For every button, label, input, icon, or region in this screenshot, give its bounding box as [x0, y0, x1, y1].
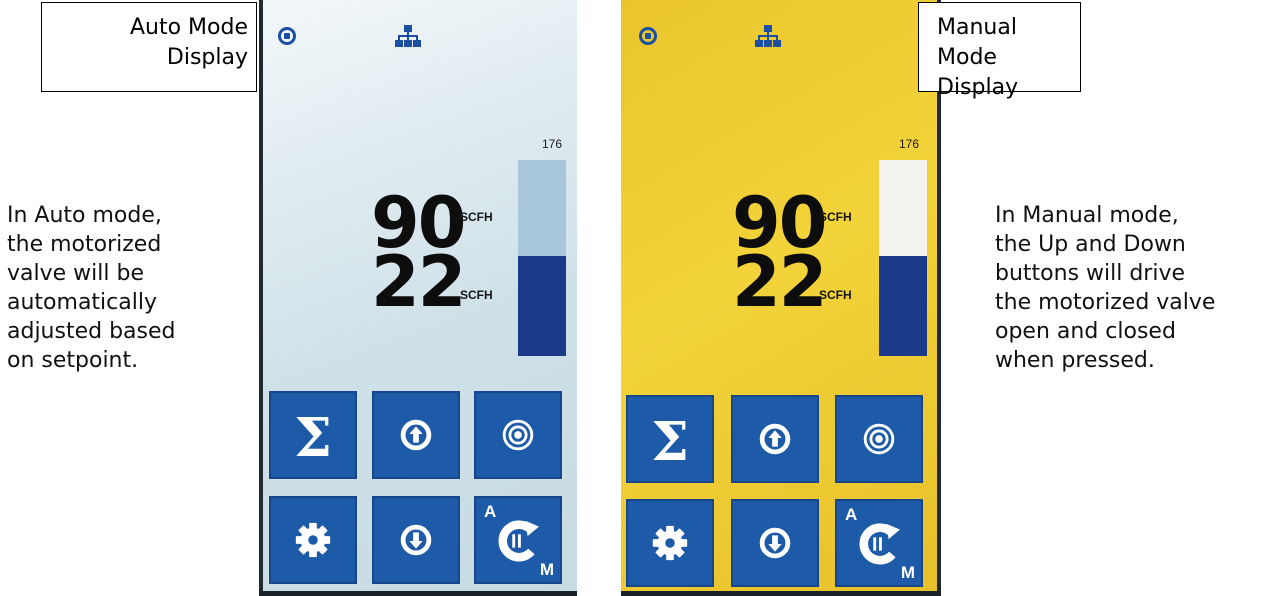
description-line: open and closed [995, 319, 1176, 344]
manual-callout-line2: Display [937, 75, 1019, 100]
target-icon [502, 419, 534, 451]
manual-label: M [539, 560, 554, 579]
settings-button[interactable] [626, 499, 714, 587]
up-button[interactable] [731, 395, 819, 483]
flow-unit: SCFH [460, 210, 493, 224]
svg-text:Σ: Σ [651, 410, 689, 473]
sigma-icon: Σ [294, 406, 332, 469]
svg-text:Σ: Σ [294, 406, 332, 469]
description-line: on setpoint. [7, 348, 139, 373]
setpoint-unit: SCFH [460, 288, 493, 302]
description-line: adjusted based [7, 319, 176, 344]
manual-mode-description: In Manual mode, the Up and Down buttons … [995, 201, 1215, 375]
totalizer-button[interactable]: Σ [269, 391, 357, 479]
target-icon [863, 423, 895, 455]
auto-callout-line2: Display [166, 45, 248, 70]
auto-mode-callout: Auto Mode Display [41, 2, 257, 92]
description-line: In Manual mode, [995, 203, 1179, 228]
description-line: when pressed. [995, 348, 1155, 373]
manual-callout-line1: Manual Mode [937, 15, 1017, 70]
manual-mode-callout: Manual Mode Display [918, 2, 1081, 100]
arrow-up-circle-icon [759, 423, 791, 455]
setpoint-button[interactable] [835, 395, 923, 483]
setpoint-value: 22 [732, 241, 827, 323]
auto-callout-line1: Auto Mode [129, 15, 248, 40]
arrow-up-circle-icon [400, 419, 432, 451]
description-line: In Auto mode, [7, 203, 162, 228]
bar-max-value: 176 [899, 137, 920, 151]
manual-mode-screen: 176 90 SCFH 22 SCFH Σ A M [621, 0, 941, 596]
flow-unit: SCFH [819, 210, 852, 224]
description-line: the motorized [7, 232, 162, 257]
flow-bar-graph [518, 160, 566, 356]
sigma-icon: Σ [651, 410, 689, 473]
gear-icon [295, 522, 331, 558]
stop-icon[interactable] [278, 27, 296, 45]
down-button[interactable] [731, 499, 819, 587]
description-line: automatically [7, 290, 157, 315]
flow-bar-fill [518, 256, 566, 356]
totalizer-button[interactable]: Σ [626, 395, 714, 483]
mode-toggle-button[interactable]: A M [474, 496, 562, 584]
setpoint-unit: SCFH [819, 288, 852, 302]
bezel [621, 591, 941, 596]
stop-icon[interactable] [639, 27, 657, 45]
description-line: the motorized valve [995, 290, 1216, 315]
auto-mode-screen: 176 90 SCFH 22 SCFH Σ A M [259, 0, 577, 596]
arrow-down-circle-icon [759, 527, 791, 559]
bar-max-value: 176 [542, 137, 563, 151]
down-button[interactable] [372, 496, 460, 584]
settings-button[interactable] [269, 496, 357, 584]
mode-toggle-button[interactable]: A M [835, 499, 923, 587]
description-line: valve will be [7, 261, 144, 286]
flow-bar-fill [879, 256, 927, 356]
setpoint-button[interactable] [474, 391, 562, 479]
up-button[interactable] [372, 391, 460, 479]
bezel [259, 591, 577, 596]
gear-icon [652, 525, 688, 561]
setpoint-value: 22 [371, 241, 466, 323]
flow-bar-graph [879, 160, 927, 356]
network-icon[interactable] [395, 25, 421, 47]
description-line: buttons will drive [995, 261, 1186, 286]
description-line: the Up and Down [995, 232, 1186, 257]
arrow-down-circle-icon [400, 524, 432, 556]
auto-mode-description: In Auto mode, the motorized valve will b… [7, 201, 176, 375]
network-icon[interactable] [755, 25, 781, 47]
bezel [259, 0, 263, 596]
manual-label: M [900, 563, 915, 582]
